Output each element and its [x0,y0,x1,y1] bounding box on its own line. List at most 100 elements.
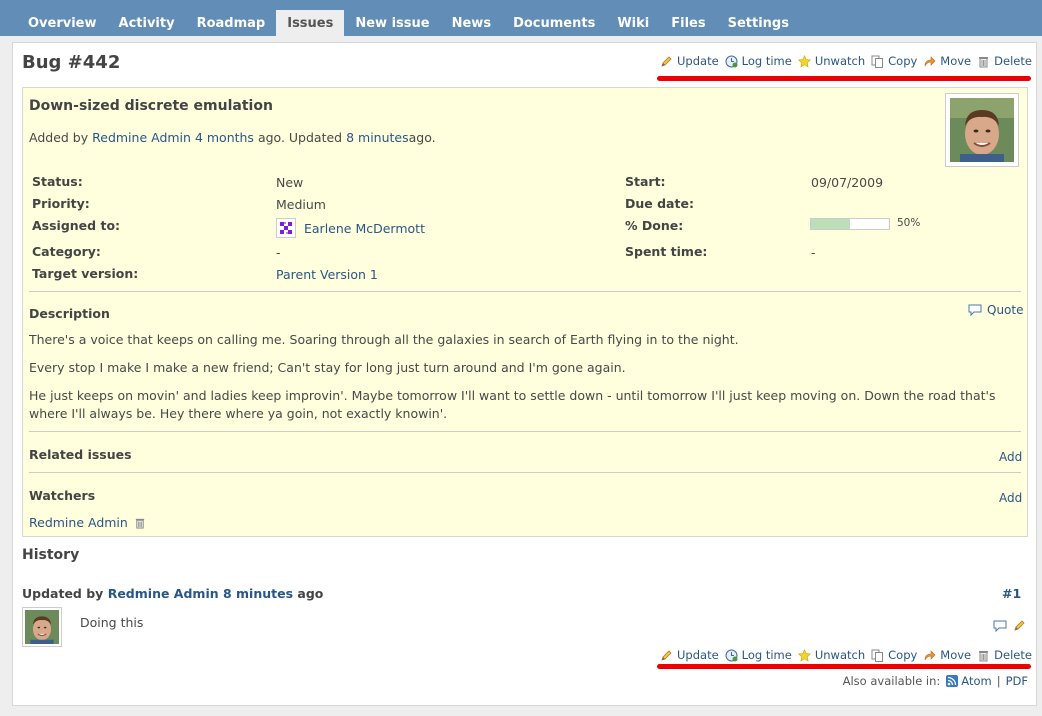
tab-overview[interactable]: Overview [17,10,108,36]
copy-icon [871,55,884,68]
journal-author-link[interactable]: Redmine Admin [108,586,219,601]
edit-journal-icon[interactable] [1013,619,1026,632]
target-version-label: Target version: [32,266,139,281]
update-link[interactable]: Update [660,54,719,68]
status-value: New [276,175,304,190]
highlight-underline-top [657,76,1031,81]
avatar-photo-icon [950,98,1014,162]
spent-time-label: Spent time: [625,244,708,259]
history-heading: History [22,547,80,563]
star-icon [797,648,811,662]
priority-value: Medium [276,197,326,212]
log-time-link[interactable]: Log time [725,54,792,68]
status-label: Status: [32,174,83,189]
tab-activity[interactable]: Activity [108,10,186,36]
description-paragraph: There's a voice that keeps on calling me… [29,332,739,347]
author-avatar [945,93,1019,167]
journal-header: Updated by Redmine Admin 8 minutes ago [22,586,324,601]
assigned-value: Earlene McDermott [276,218,425,238]
due-date-label: Due date: [625,196,694,211]
spent-time-value: - [811,245,816,260]
copy-link[interactable]: Copy [871,648,917,662]
log-time-link[interactable]: Log time [725,648,792,662]
category-label: Category: [32,244,101,259]
watcher-link[interactable]: Redmine Admin [29,515,128,530]
related-issues-heading: Related issues [29,447,132,462]
journal-number-link[interactable]: #1 [1002,586,1021,601]
tab-news[interactable]: News [441,10,502,36]
issue-actions-bottom: Update Log time Unwatch Copy Move Delete [654,648,1032,662]
tab-roadmap[interactable]: Roadmap [186,10,277,36]
add-watcher-link[interactable]: Add [999,491,1022,505]
assignee-avatar-icon [276,218,296,238]
copy-icon [871,649,884,662]
assigned-label: Assigned to: [32,218,121,233]
rss-feed-icon [946,675,959,687]
tab-issues[interactable]: Issues [276,10,345,36]
unwatch-link[interactable]: Unwatch [797,648,865,662]
tab-files[interactable]: Files [660,10,716,36]
arrow-right-icon [924,649,936,660]
add-related-issue-link[interactable]: Add [999,450,1022,464]
clock-icon [725,55,738,67]
separator [29,431,1021,432]
other-formats: Also available in: Atom | PDF [842,674,1028,688]
added-time-link[interactable]: 4 months [195,130,254,145]
target-version-link[interactable]: Parent Version 1 [276,267,378,282]
update-link[interactable]: Update [660,648,719,662]
separator [29,472,1021,473]
separator [29,291,1021,292]
star-icon [797,54,811,68]
clock-icon [725,649,738,661]
watchers-heading: Watchers [29,488,96,503]
done-progress-fill [811,219,850,229]
delete-link[interactable]: Delete [977,648,1032,662]
quote-journal-icon[interactable] [993,620,1007,632]
issue-author-line: Added by Redmine Admin 4 months ago. Upd… [29,130,436,145]
atom-link[interactable]: Atom [961,674,991,688]
unwatch-link[interactable]: Unwatch [797,54,865,68]
quote-link[interactable]: Quote [968,303,1023,317]
journal-time-link[interactable]: 8 minutes [223,586,293,601]
move-link[interactable]: Move [923,648,971,662]
tab-documents[interactable]: Documents [502,10,606,36]
content: Update Log time Unwatch Copy Move Delete… [12,42,1037,706]
done-label: % Done: [625,218,684,233]
move-link[interactable]: Move [923,54,971,68]
main-menu: Overview Activity Roadmap Issues New issue Ne… [0,0,1042,36]
copy-link[interactable]: Copy [871,54,917,68]
issue-details: Down-sized discrete emulation Added by R… [22,87,1028,537]
tab-new-issue[interactable]: New issue [344,10,440,36]
watcher-item: Redmine Admin [29,515,146,530]
pencil-icon [661,649,672,661]
issue-actions-top: Update Log time Unwatch Copy Move Delete [654,54,1032,68]
done-value: 50% [897,217,921,229]
assignee-link[interactable]: Earlene McDermott [304,221,425,236]
arrow-right-icon [924,55,936,66]
updated-time-link[interactable]: 8 minutes [346,130,409,145]
avatar-photo-icon [25,610,59,644]
done-progress-bar [810,218,890,230]
author-link[interactable]: Redmine Admin [92,130,191,145]
journal-avatar [22,607,62,647]
start-label: Start: [625,174,666,189]
journal-note: Doing this [80,615,144,630]
pdf-link[interactable]: PDF [1006,674,1028,688]
category-value: - [276,245,281,260]
trash-icon [979,650,989,661]
pencil-icon [661,55,672,67]
priority-label: Priority: [32,196,90,211]
start-value: 09/07/2009 [811,175,884,190]
issue-title: Bug #442 [22,52,121,73]
description-paragraph: Every stop I make I make a new friend; C… [29,360,626,375]
delete-link[interactable]: Delete [977,54,1032,68]
highlight-underline-bottom [657,664,1031,669]
tab-wiki[interactable]: Wiki [606,10,660,36]
comment-icon [968,304,982,316]
issue-subject: Down-sized discrete emulation [29,98,273,114]
trash-icon[interactable] [134,517,146,529]
tab-settings[interactable]: Settings [717,10,800,36]
trash-icon [979,56,989,67]
description-heading: Description [29,306,110,321]
description-paragraph: He just keeps on movin' and ladies keep … [29,388,996,421]
